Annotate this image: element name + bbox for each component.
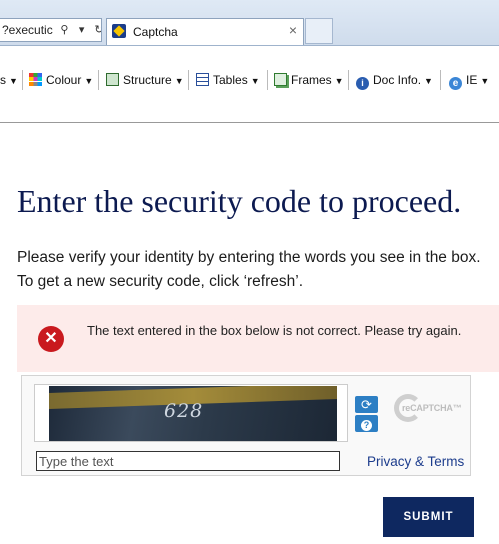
captcha-image: 628 [49, 386, 337, 441]
tab-title: Captcha [133, 25, 178, 39]
toolbar-separator [22, 70, 23, 90]
toolbar-separator [98, 70, 99, 90]
toolbar-separator [188, 70, 189, 90]
privacy-terms-link[interactable]: Privacy & Terms [367, 454, 464, 469]
refresh-icon: ⟳ [361, 397, 372, 412]
toolbar-label: Structure [123, 73, 172, 87]
instruction-line: Please verify your identity by entering … [17, 249, 481, 266]
captcha-image-text: 628 [164, 400, 204, 422]
toolbar-label: Doc Info. [373, 73, 422, 87]
instruction-line: To get a new security code, click ‘refre… [17, 273, 304, 290]
page-title: Enter the security code to proceed. [17, 183, 462, 219]
browser-tab[interactable]: Captcha × [106, 18, 304, 45]
search-icon[interactable]: ⚲ [57, 19, 71, 41]
doc-info-icon: i [356, 77, 369, 90]
browser-chrome: ?executic ⚲ ▾ ↻ Captcha × [0, 0, 499, 46]
structure-icon [106, 73, 119, 86]
toolbar-label: Frames [291, 73, 332, 87]
error-message: The text entered in the box below is not… [87, 323, 462, 338]
toolbar-separator [440, 70, 441, 90]
dropdown-arrow-icon: ▼ [84, 76, 94, 86]
ie-icon: e [449, 77, 462, 90]
dropdown-arrow-icon: ▼ [9, 76, 18, 86]
captcha-text-input[interactable] [36, 451, 340, 471]
site-favicon-icon [112, 24, 126, 38]
submit-button[interactable]: SUBMIT [383, 497, 474, 537]
dropdown-arrow-icon: ▼ [250, 76, 260, 86]
frames-icon [274, 73, 287, 86]
refresh-icon[interactable]: ↻ [92, 19, 101, 41]
web-accessibility-toolbar: s ▼ Colour ▼ Structure ▼ Tables ▼ Frames ▼ iD… [0, 46, 499, 123]
dropdown-arrow-icon: ▼ [480, 76, 490, 86]
toolbar-tables-menu[interactable]: Tables ▼ [196, 71, 260, 89]
dropdown-arrow-icon[interactable]: ▾ [75, 19, 89, 41]
error-message-box: ✕ The text entered in the box below is n… [17, 305, 499, 372]
captcha-image-frame: 628 [34, 384, 348, 442]
toolbar-label: IE [466, 73, 478, 87]
recaptcha-logo: reCAPTCHA™ [394, 394, 466, 434]
instructions: Please verify your identity by entering … [17, 246, 481, 294]
dropdown-arrow-icon: ▼ [174, 76, 184, 86]
address-text[interactable]: ?executic [2, 19, 54, 41]
help-button[interactable]: ? [355, 415, 378, 432]
address-bar[interactable]: ?executic ⚲ ▾ ↻ [0, 18, 102, 42]
toolbar-label: Tables [213, 73, 248, 87]
new-tab-button[interactable] [305, 18, 333, 44]
recaptcha-logo-text: reCAPTCHA™ [402, 403, 462, 413]
toolbar-overflow-dropdown[interactable]: s ▼ [0, 71, 18, 89]
toolbar-doc-info-menu[interactable]: i Doc Info. ▼ [356, 71, 433, 90]
toolbar-label: Colour [46, 73, 82, 87]
toolbar-ie-menu[interactable]: e IE ▼ [449, 71, 490, 90]
toolbar-colour-menu[interactable]: Colour ▼ [29, 71, 93, 89]
error-icon: ✕ [38, 326, 64, 352]
dropdown-arrow-icon: ▼ [334, 76, 344, 86]
close-tab-icon[interactable]: × [289, 22, 297, 38]
refresh-captcha-button[interactable]: ⟳ [355, 396, 378, 413]
dropdown-arrow-icon: ▼ [424, 76, 433, 86]
toolbar-structure-menu[interactable]: Structure ▼ [106, 71, 184, 89]
toolbar-separator [348, 70, 349, 90]
colour-icon [29, 73, 42, 86]
toolbar-separator [267, 70, 268, 90]
recaptcha-widget: 628 ⟳ ? reCAPTCHA™ Privacy & Terms [21, 375, 471, 476]
help-icon: ? [361, 420, 372, 431]
tables-icon [196, 73, 209, 86]
toolbar-frames-menu[interactable]: Frames ▼ [274, 71, 344, 89]
